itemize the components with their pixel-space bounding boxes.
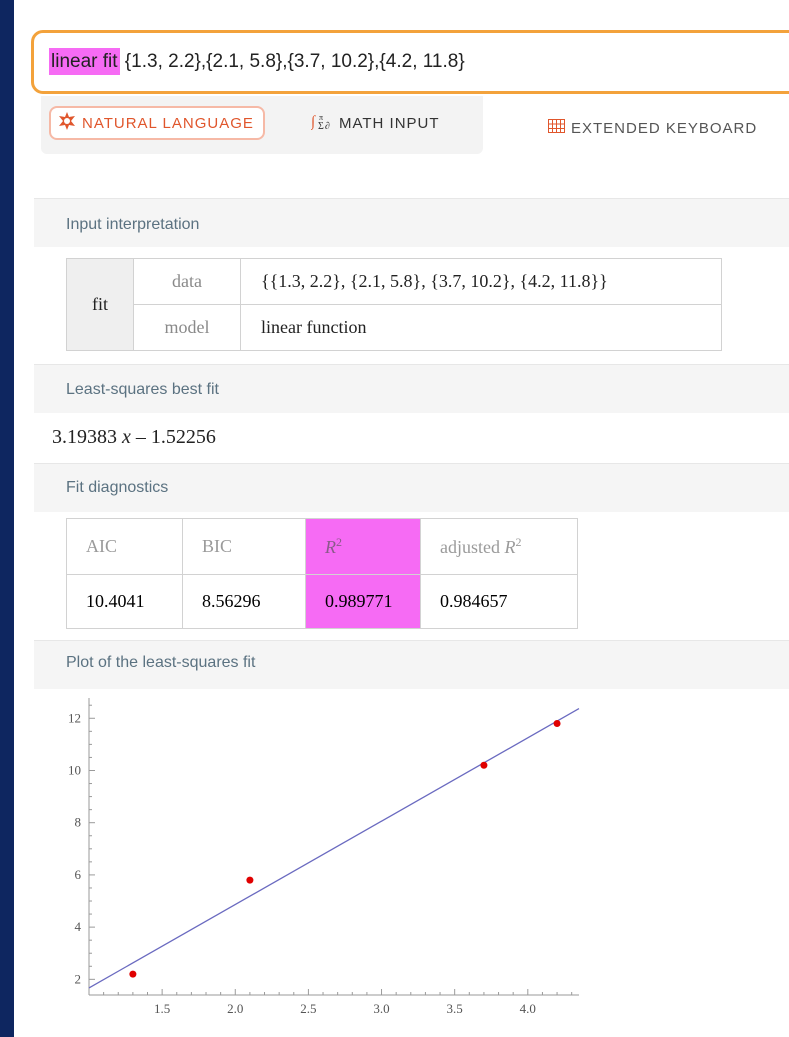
svg-text:Σ∂: Σ∂ [318,121,331,131]
diagnostics-pod-header: Fit diagnostics [34,463,789,512]
search-query: linear fit {1.3, 2.2},{2.1, 5.8},{3.7, 1… [49,48,465,75]
pod-title: Input interpretation [66,216,200,233]
keyboard-grid-icon [548,119,565,137]
pod-title: Plot of the least-squares fit [66,654,256,671]
data-point [129,970,137,978]
y-tick-label: 4 [75,919,82,934]
data-point [553,719,561,727]
table-header-bic: BIC [182,518,306,575]
math-input-label: MATH INPUT [339,114,440,132]
query-text: {1.3, 2.2},{2.1, 5.8},{3.7, 10.2},{4.2, … [119,51,465,72]
diagnostics-table: AIC BIC R2 adjusted R2 10.4041 8.56296 0… [66,518,578,629]
search-input[interactable]: linear fit {1.3, 2.2},{2.1, 5.8},{3.7, 1… [31,30,789,94]
fit-cell: fit [66,258,134,351]
x-tick-label: 1.5 [154,1001,170,1016]
y-tick-label: 8 [75,815,82,830]
y-tick-label: 12 [68,710,81,725]
svg-text:∫: ∫ [311,114,317,130]
table-cell-aic: 10.4041 [66,574,183,629]
math-input-button[interactable]: ∫ π Σ∂ MATH INPUT [305,106,446,140]
y-tick-label: 2 [75,971,82,986]
fit-plot: 1.5 2.0 2.5 3.0 3.5 4.0 2 4 6 8 10 12 [34,688,594,1033]
r-exponent: 2 [336,535,342,549]
extended-keyboard-button[interactable]: EXTENDED KEYBOARD [548,119,757,137]
best-fit-pod-header: Least-squares best fit [34,364,789,413]
pod-title: Fit diagnostics [66,479,169,496]
adjusted-label: adjusted [440,537,505,557]
data-point [246,876,254,884]
table-cell: model [133,304,241,351]
natural-language-button[interactable]: NATURAL LANGUAGE [49,106,265,140]
r-symbol: R [504,537,516,557]
table-cell: {{1.3, 2.2}, {2.1, 5.8}, {3.7, 10.2}, {4… [240,258,722,305]
fit-coefficient: 3.19383 [52,426,117,448]
fit-intercept: – 1.52256 [130,426,216,448]
y-tick-label: 6 [75,867,82,882]
r-symbol: R [325,537,336,557]
table-cell-bic: 8.56296 [182,574,306,629]
query-highlight: linear fit [49,48,120,75]
table-header-adjusted-r2: adjusted R2 [420,518,578,575]
extended-keyboard-label: EXTENDED KEYBOARD [571,119,758,137]
x-tick-label: 2.5 [300,1001,316,1016]
x-tick-label: 2.0 [227,1001,243,1016]
fit-line [88,708,580,989]
r-exponent: 2 [515,535,522,549]
x-tick-label: 3.0 [373,1001,389,1016]
plot-pod-header: Plot of the least-squares fit [34,640,789,689]
pod-title: Least-squares best fit [66,381,219,398]
interpretation-table: fit data {{1.3, 2.2}, {2.1, 5.8}, {3.7, … [66,258,722,351]
data-point [480,761,488,769]
x-tick-label: 4.0 [520,1001,536,1016]
table-cell: linear function [240,304,722,351]
table-header-r2: R2 [305,518,421,575]
wolfram-star-icon [58,112,76,134]
table-cell: data [133,258,241,305]
y-tick-label: 10 [68,762,81,777]
fit-plot-svg: 1.5 2.0 2.5 3.0 3.5 4.0 2 4 6 8 10 12 [68,698,580,1016]
math-sum-icon: ∫ π Σ∂ [310,111,333,135]
table-cell-adjusted-r2: 0.984657 [420,574,578,629]
input-mode-bar: NATURAL LANGUAGE ∫ π Σ∂ MATH INPUT [41,96,483,154]
interpretation-pod-header: Input interpretation [34,198,789,247]
x-tick-label: 3.5 [447,1001,463,1016]
fit-variable: x [122,426,131,448]
table-cell-r2: 0.989771 [305,574,421,629]
table-header-aic: AIC [66,518,183,575]
natural-language-label: NATURAL LANGUAGE [82,114,254,132]
best-fit-result: 3.19383 x – 1.52256 [52,426,216,449]
